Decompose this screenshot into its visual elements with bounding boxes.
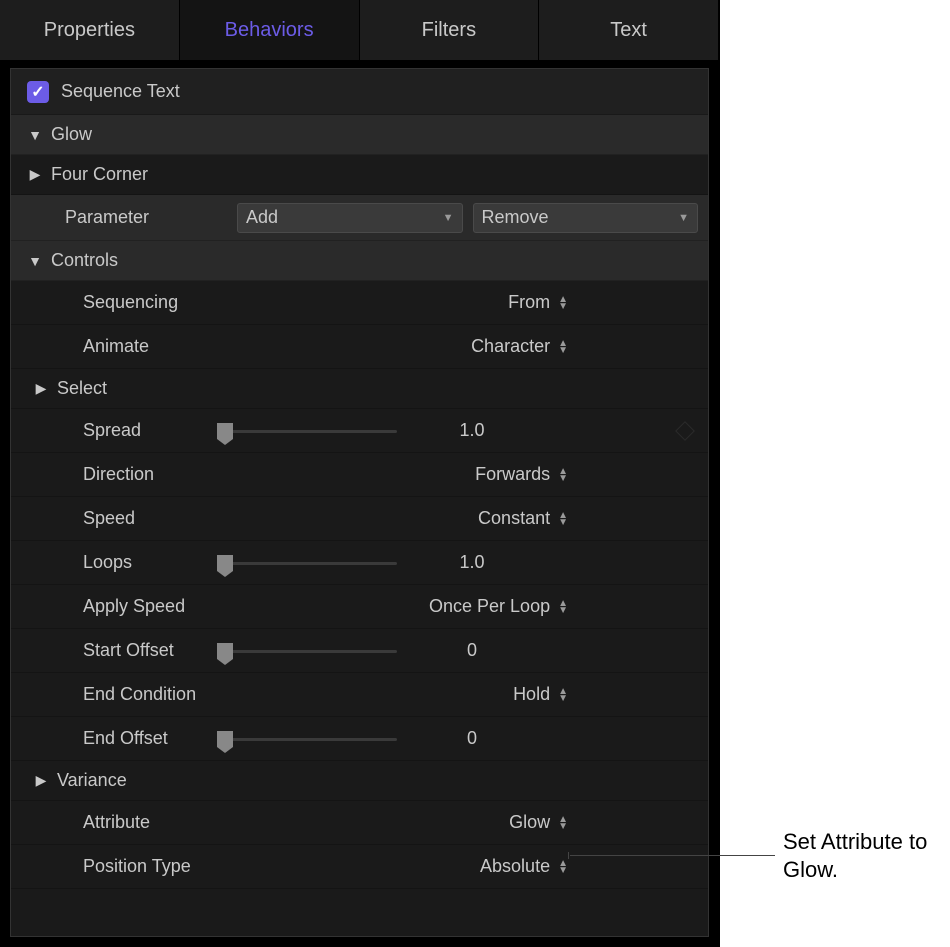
group-select-label: Select xyxy=(57,378,107,399)
row-direction: Direction Forwards ▲▼ xyxy=(11,453,708,497)
chevron-down-icon: ▼ xyxy=(678,212,689,224)
chevron-down-icon: ▼ xyxy=(27,127,43,143)
chevron-down-icon: ▼ xyxy=(27,253,43,269)
apply-speed-label: Apply Speed xyxy=(27,596,217,617)
stepper-icon: ▲▼ xyxy=(558,296,568,310)
loops-slider[interactable] xyxy=(217,553,397,573)
sequencing-value: From xyxy=(508,292,550,313)
callout-annotation: Set Attribute to Glow. xyxy=(570,828,943,883)
group-variance-label: Variance xyxy=(57,770,127,791)
spread-slider[interactable] xyxy=(217,421,397,441)
tab-filters[interactable]: Filters xyxy=(360,0,540,60)
group-controls[interactable]: ▼ Controls xyxy=(11,241,708,281)
sequencing-select[interactable]: From ▲▼ xyxy=(498,292,698,313)
row-spread: Spread 1.0 xyxy=(11,409,708,453)
behavior-header: ✓ Sequence Text xyxy=(11,69,708,115)
direction-select[interactable]: Forwards ▲▼ xyxy=(475,464,698,485)
row-loops: Loops 1.0 xyxy=(11,541,708,585)
end-offset-slider[interactable] xyxy=(217,729,397,749)
keyframe-icon[interactable] xyxy=(675,421,695,441)
end-condition-label: End Condition xyxy=(27,684,217,705)
chevron-down-icon: ▼ xyxy=(443,212,454,224)
group-select[interactable]: ▶ Select xyxy=(11,369,708,409)
parameter-add-label: Add xyxy=(246,207,278,228)
inspector-panel: Properties Behaviors Filters Text ✓ Sequ… xyxy=(0,0,720,947)
sequencing-label: Sequencing xyxy=(27,292,217,313)
apply-speed-value: Once Per Loop xyxy=(429,596,550,617)
group-glow[interactable]: ▼ Glow xyxy=(11,115,708,155)
attribute-value: Glow xyxy=(509,812,550,833)
start-offset-value[interactable]: 0 xyxy=(417,640,617,661)
parameter-row: Parameter Add ▼ Remove ▼ xyxy=(11,195,708,241)
end-condition-select[interactable]: Hold ▲▼ xyxy=(498,684,698,705)
callout-line xyxy=(570,855,775,856)
apply-speed-select[interactable]: Once Per Loop ▲▼ xyxy=(429,596,698,617)
group-four-corner[interactable]: ▶ Four Corner xyxy=(11,155,708,195)
chevron-right-icon: ▶ xyxy=(27,167,43,183)
row-apply-speed: Apply Speed Once Per Loop ▲▼ xyxy=(11,585,708,629)
tab-text[interactable]: Text xyxy=(539,0,719,60)
speed-select[interactable]: Constant ▲▼ xyxy=(478,508,698,529)
group-variance[interactable]: ▶ Variance xyxy=(11,761,708,801)
position-type-label: Position Type xyxy=(27,856,217,877)
animate-label: Animate xyxy=(27,336,217,357)
group-controls-label: Controls xyxy=(51,250,118,271)
stepper-icon: ▲▼ xyxy=(558,816,568,830)
attribute-label: Attribute xyxy=(27,812,217,833)
start-offset-slider[interactable] xyxy=(217,641,397,661)
parameter-label: Parameter xyxy=(27,207,227,228)
stepper-icon: ▲▼ xyxy=(558,512,568,526)
loops-label: Loops xyxy=(27,552,217,573)
stepper-icon: ▲▼ xyxy=(558,860,568,874)
row-animate: Animate Character ▲▼ xyxy=(11,325,708,369)
stepper-icon: ▲▼ xyxy=(558,468,568,482)
row-sequencing: Sequencing From ▲▼ xyxy=(11,281,708,325)
start-offset-label: Start Offset xyxy=(27,640,217,661)
animate-select[interactable]: Character ▲▼ xyxy=(471,336,698,357)
tab-behaviors[interactable]: Behaviors xyxy=(180,0,360,60)
inspector-content: ✓ Sequence Text ▼ Glow ▶ Four Corner Par… xyxy=(10,68,709,937)
row-end-offset: End Offset 0 xyxy=(11,717,708,761)
callout-text: Set Attribute to Glow. xyxy=(783,828,943,883)
end-offset-label: End Offset xyxy=(27,728,217,749)
position-type-value: Absolute xyxy=(480,856,550,877)
row-start-offset: Start Offset 0 xyxy=(11,629,708,673)
inspector-tabs: Properties Behaviors Filters Text xyxy=(0,0,719,60)
row-end-condition: End Condition Hold ▲▼ xyxy=(11,673,708,717)
parameter-add-dropdown[interactable]: Add ▼ xyxy=(237,203,463,233)
parameter-remove-label: Remove xyxy=(482,207,549,228)
loops-value[interactable]: 1.0 xyxy=(417,552,617,573)
group-glow-label: Glow xyxy=(51,124,92,145)
parameter-remove-dropdown[interactable]: Remove ▼ xyxy=(473,203,699,233)
sequence-text-checkbox[interactable]: ✓ xyxy=(27,81,49,103)
stepper-icon: ▲▼ xyxy=(558,600,568,614)
direction-label: Direction xyxy=(27,464,217,485)
spread-label: Spread xyxy=(27,420,217,441)
chevron-right-icon: ▶ xyxy=(33,381,49,397)
row-speed: Speed Constant ▲▼ xyxy=(11,497,708,541)
group-four-corner-label: Four Corner xyxy=(51,164,148,185)
direction-value: Forwards xyxy=(475,464,550,485)
tab-properties[interactable]: Properties xyxy=(0,0,180,60)
animate-value: Character xyxy=(471,336,550,357)
speed-label: Speed xyxy=(27,508,217,529)
behavior-title: Sequence Text xyxy=(61,81,180,102)
stepper-icon: ▲▼ xyxy=(558,688,568,702)
end-offset-value[interactable]: 0 xyxy=(417,728,617,749)
speed-value: Constant xyxy=(478,508,550,529)
annotation-background xyxy=(720,0,950,947)
stepper-icon: ▲▼ xyxy=(558,340,568,354)
chevron-right-icon: ▶ xyxy=(33,773,49,789)
spread-value[interactable]: 1.0 xyxy=(417,420,617,441)
end-condition-value: Hold xyxy=(513,684,550,705)
